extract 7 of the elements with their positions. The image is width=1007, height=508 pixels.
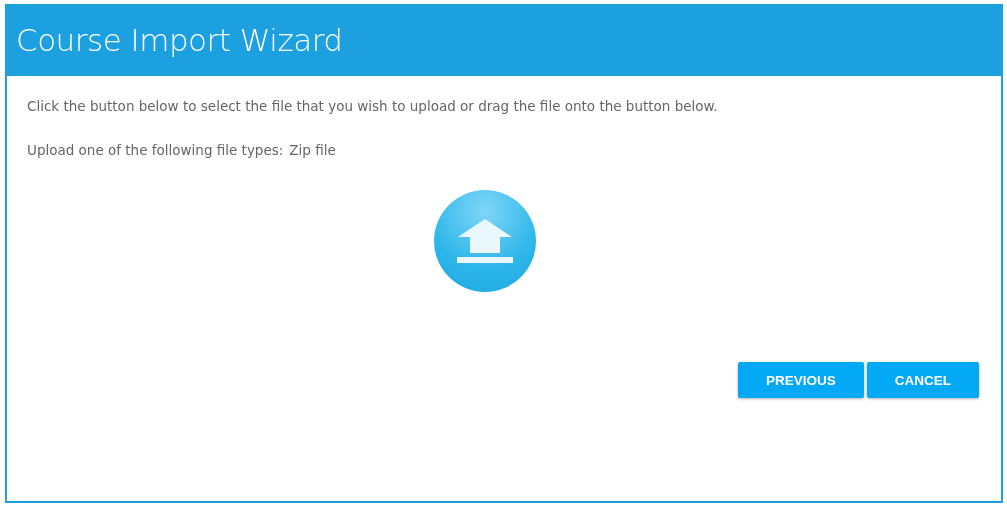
instruction-text: Click the button below to select the file that you wish to upload or drag the file onto the button below. bbox=[27, 98, 719, 114]
upload-arrow-icon bbox=[456, 219, 514, 263]
file-type-value: Zip file bbox=[289, 142, 336, 158]
wizard-button[interactable]: PREVIOUS bbox=[737, 362, 864, 398]
file-types-label: Upload one of the following file types: bbox=[27, 142, 284, 158]
window-title: Course Import Wizard bbox=[16, 22, 343, 58]
wizard-button[interactable]: CANCEL bbox=[866, 362, 979, 398]
